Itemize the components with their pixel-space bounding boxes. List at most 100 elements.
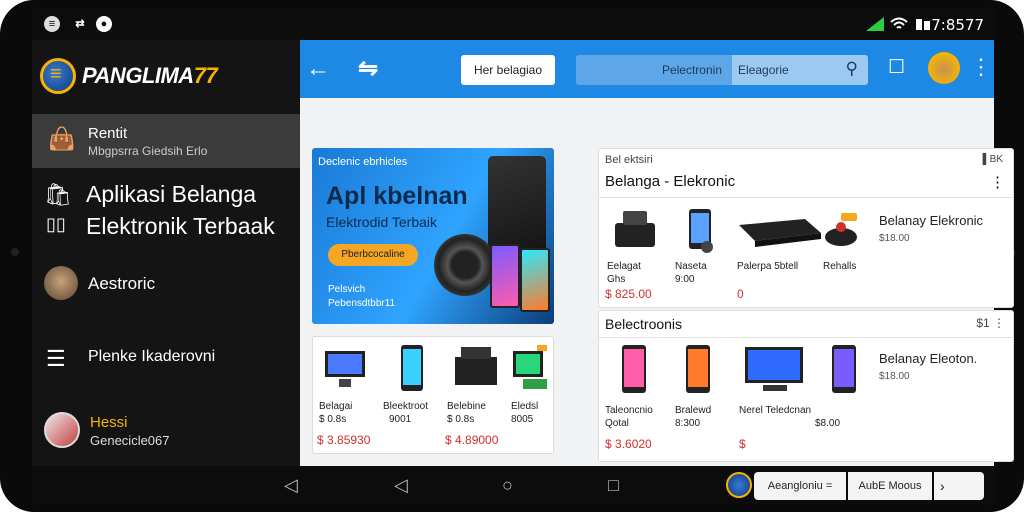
drawer-item-title: Plenke Ikaderovni bbox=[88, 348, 216, 365]
drawer-item-subtitle: Mbgpsrra Giedsih Erlo bbox=[88, 144, 208, 158]
product-name: Belebine bbox=[447, 401, 486, 412]
product-name: Bleektroot bbox=[383, 401, 429, 412]
product-thumb[interactable] bbox=[451, 343, 501, 393]
camera-image bbox=[434, 234, 496, 296]
product-sub: 9001 bbox=[389, 414, 412, 425]
drawer-item-title: Aplikasi Belanga Elektronik Terbaak bbox=[86, 181, 275, 239]
product-name: Rehalls bbox=[823, 261, 857, 272]
device-frame: ≡ ⇄ ● 7:8577 PANGLIMA77 👜 Rentit Mbgpsrr… bbox=[0, 0, 1024, 512]
card-badge: $1 ⋮ bbox=[976, 316, 1005, 330]
main-content: Declenic ebrhicles Apl kbelnan Elektrodi… bbox=[300, 98, 1014, 466]
product-sub: $8.00 bbox=[815, 418, 841, 429]
product-thumb[interactable] bbox=[683, 343, 713, 395]
card-title: Belanga - Elekronic bbox=[605, 173, 736, 190]
system-icons bbox=[866, 17, 932, 31]
search-input[interactable]: Pelectronin Eleagorie ⚲ bbox=[576, 55, 868, 85]
product-thumb[interactable] bbox=[821, 207, 861, 251]
card-badge: ▌BK bbox=[982, 154, 1003, 165]
bag-icon: 👜 bbox=[48, 126, 76, 151]
product-name: Eledsl bbox=[511, 401, 539, 412]
drawer-item-plenke[interactable]: ☰ Plenke Ikaderovni bbox=[32, 340, 300, 380]
profile-name: Hessi bbox=[90, 414, 128, 431]
product-sub: 8:300 bbox=[675, 418, 701, 429]
drawer-item-title: Rentit bbox=[88, 125, 128, 142]
brand-name-text: PANGLIMA bbox=[82, 63, 194, 88]
back-arrow-icon[interactable]: ← bbox=[306, 55, 330, 83]
banner-title: Apl kbelnan bbox=[326, 182, 468, 210]
search-chip[interactable]: Her belagiao bbox=[461, 55, 555, 85]
product-thumb[interactable] bbox=[609, 207, 661, 251]
edit-icon[interactable]: ☐ bbox=[888, 56, 905, 79]
promo-banner[interactable]: Declenic ebrhicles Apl kbelnan Elektrodi… bbox=[312, 148, 554, 324]
product-name: Bralewd bbox=[675, 405, 712, 416]
nav-app-logo[interactable] bbox=[726, 472, 752, 498]
product-sub: $ 0.8s bbox=[447, 414, 475, 425]
product-card-bottom-left: Belagai $ 0.8s Bleektroot 9001 Belebine … bbox=[312, 336, 554, 454]
product-thumb[interactable] bbox=[741, 345, 809, 395]
recents-icon[interactable]: □ bbox=[608, 475, 619, 496]
product-sub: $ 0.8s bbox=[319, 414, 347, 425]
app-logo-icon[interactable]: ⇋ bbox=[358, 54, 378, 83]
back-triangle-icon[interactable]: ◁ bbox=[284, 475, 298, 496]
more-vert-icon[interactable]: ⋮ bbox=[990, 173, 1005, 191]
status-bar: ≡ ⇄ ● 7:8577 bbox=[32, 8, 994, 40]
devices-icon: ▯▯ bbox=[46, 214, 66, 234]
product-thumb[interactable] bbox=[323, 347, 367, 391]
more-vert-icon[interactable]: ⋮ bbox=[970, 54, 992, 80]
divider bbox=[599, 337, 1013, 338]
side-sub: $18.00 bbox=[879, 233, 910, 244]
list-icon: ☰ bbox=[46, 346, 66, 371]
search-left-text: Pelectronin bbox=[576, 55, 732, 85]
product-thumb[interactable] bbox=[509, 343, 551, 393]
navigation-bar: ◁ ◁ ○ □ Aeangloniu = AubE Moous › bbox=[32, 466, 994, 504]
home-icon[interactable]: ○ bbox=[502, 475, 513, 496]
product-thumb[interactable] bbox=[735, 209, 825, 249]
app-bar: ← ⇋ Her belagiao Pelectronin Eleagorie ⚲… bbox=[300, 40, 994, 98]
banner-foot-2: Pebensdtbbr11 bbox=[328, 298, 396, 309]
nav-chip-2[interactable]: AubE Moous bbox=[848, 472, 932, 500]
avatar bbox=[44, 266, 78, 300]
product-sub: 9:00 bbox=[675, 274, 695, 285]
banner-button[interactable]: Pberbcocaline bbox=[328, 244, 418, 266]
search-icon[interactable]: ⚲ bbox=[846, 59, 858, 79]
app-status-icon: ≡ bbox=[44, 16, 60, 32]
cart-icon: 🛍 bbox=[44, 182, 72, 207]
sync-icon: ⇄ bbox=[75, 18, 85, 30]
product-thumb[interactable] bbox=[619, 343, 649, 395]
drawer-item-aestroric[interactable]: Aestroric bbox=[32, 262, 300, 310]
product-thumb[interactable] bbox=[681, 207, 721, 255]
product-price: $ bbox=[739, 437, 746, 451]
product-thumb[interactable] bbox=[395, 343, 429, 393]
signal-icon bbox=[866, 17, 884, 31]
camera-dot bbox=[11, 248, 19, 256]
product-name: Eelagat bbox=[607, 261, 641, 272]
drawer-item-aplikasi[interactable]: 🛍 ▯▯ Aplikasi Belanga Elektronik Terbaak bbox=[32, 178, 300, 242]
record-icon: ● bbox=[96, 16, 112, 32]
product-name: Nerel Teledcnan bbox=[739, 405, 812, 416]
card-label: Bel ektsiri bbox=[605, 154, 653, 166]
user-avatar[interactable] bbox=[928, 52, 960, 84]
nav-chip-next[interactable]: › bbox=[934, 472, 984, 500]
side-sub: $18.00 bbox=[879, 371, 910, 382]
back-icon[interactable]: ◁ bbox=[394, 475, 408, 496]
nav-drawer: PANGLIMA77 👜 Rentit Mbgpsrra Giedsih Erl… bbox=[32, 40, 300, 466]
product-price: $ 825.00 bbox=[605, 287, 652, 301]
product-name: Palerpa 5btell bbox=[737, 261, 799, 272]
product-card-bottom-right: Belectroonis $1 ⋮ Taleoncnio Qotal Brale… bbox=[598, 310, 1014, 462]
drawer-item-rentit[interactable]: 👜 Rentit Mbgpsrra Giedsih Erlo bbox=[32, 114, 300, 168]
product-price: 0 bbox=[737, 287, 744, 301]
product-price: $ 4.89000 bbox=[445, 433, 499, 447]
side-title: Belanay Elekronic bbox=[879, 213, 984, 228]
banner-subtitle: Elektrodid Terbaik bbox=[326, 214, 438, 230]
brand[interactable]: PANGLIMA77 bbox=[40, 58, 218, 94]
banner-top-text: Declenic ebrhicles bbox=[318, 156, 408, 168]
phone-image bbox=[520, 248, 550, 312]
battery-icon bbox=[916, 19, 930, 30]
product-thumb[interactable] bbox=[829, 343, 859, 395]
brand-logo bbox=[40, 58, 76, 94]
profile-subtitle: Genecicle067 bbox=[90, 433, 170, 448]
drawer-item-profile[interactable]: Hessi Genecicle067 bbox=[32, 408, 300, 458]
product-sub: 8005 bbox=[511, 414, 534, 425]
nav-chip-1[interactable]: Aeangloniu = bbox=[754, 472, 846, 500]
brand-number: 77 bbox=[193, 63, 218, 88]
